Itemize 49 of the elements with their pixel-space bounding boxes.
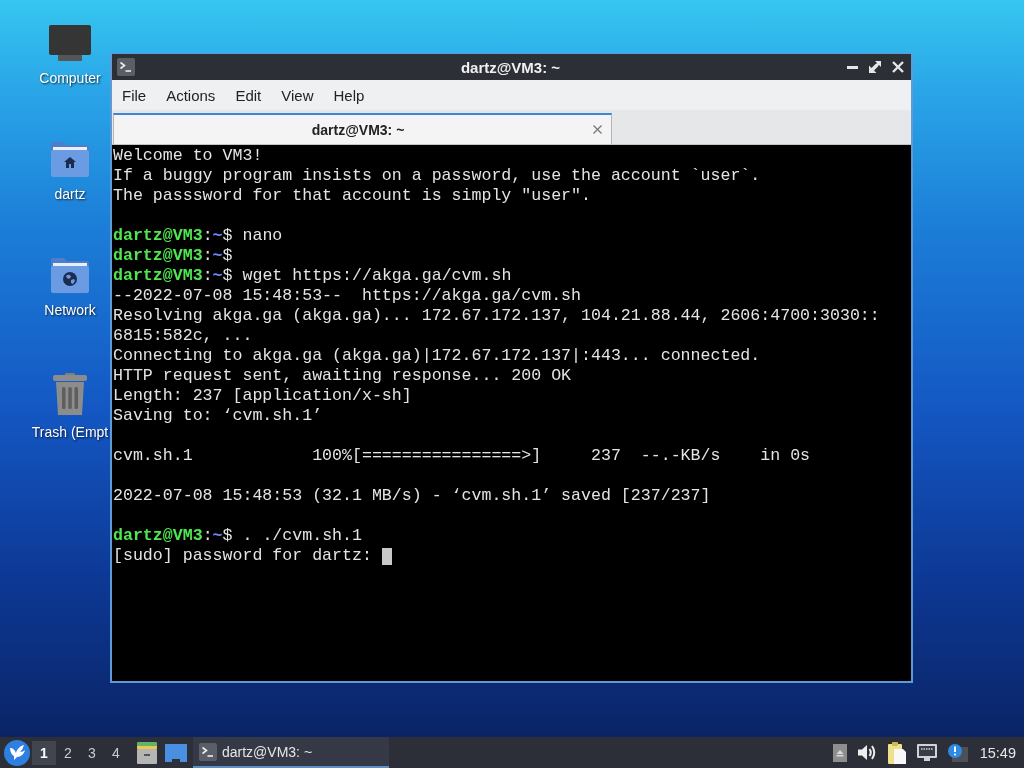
menu-item[interactable]: Actions [156, 82, 226, 108]
clock-text[interactable]: 15:49 [979, 744, 1016, 761]
speaker-icon[interactable] [857, 744, 877, 761]
terminal-line: HTTP request sent, awaiting response... 200 OK [113, 366, 572, 386]
terminal-line: Length: 237 [application/x-sh] [113, 386, 412, 406]
workspace-button[interactable]: 2 [56, 740, 80, 765]
network-port-icon[interactable] [916, 744, 937, 761]
terminal-line: 2022-07-08 15:48:53 (32.1 MB/s) - ‘cvm.sh.1’ saved [237/237] [113, 486, 711, 506]
window-title: dartz@VM3: ~ [460, 58, 561, 76]
file-cabinet-icon[interactable] [137, 741, 157, 764]
clipboard-icon[interactable] [887, 741, 906, 764]
desktop-icon-label[interactable]: Trash (Empt [31, 423, 109, 441]
prompt-line: dartz@VM3:~$ . ./cvm.sh.1 [113, 526, 362, 546]
terminal-line: Resolving akga.ga (akga.ga)... 172.67.172.137, 104.21.88.44, 2606:4700:3030:: [113, 306, 880, 326]
desktop-icon-label[interactable]: dartz [54, 185, 86, 203]
desktop-icon-label[interactable]: Network [44, 301, 96, 319]
terminal-line: Saving to: ‘cvm.sh.1’ [113, 406, 323, 426]
terminal-icon[interactable] [117, 58, 135, 76]
prompt-line: dartz@VM3:~$ [113, 246, 233, 266]
prompt-line: dartz@VM3:~$ wget https://akga.ga/cvm.sh [113, 266, 512, 286]
terminal-tab[interactable]: dartz@VM3: ~ [113, 113, 612, 144]
workspace-button[interactable]: 1 [32, 740, 56, 765]
menu-item[interactable]: File [112, 82, 157, 108]
terminal-line: cvm.sh.1 100%[================>] 237 --.-KB/s in 0s [113, 446, 811, 466]
workspace-button[interactable]: 4 [104, 740, 128, 765]
home-folder-icon[interactable] [49, 141, 91, 177]
terminal-line: Welcome to VM3! [113, 146, 263, 166]
terminal-screen[interactable] [112, 145, 911, 681]
bird-logo-icon[interactable] [4, 739, 30, 766]
workspace-button[interactable]: 3 [80, 740, 104, 765]
menu-item[interactable]: View [271, 82, 324, 108]
globe-folder-icon[interactable] [49, 257, 91, 293]
menu-item[interactable]: Help [323, 82, 375, 108]
terminal-line: [sudo] password for dartz: [113, 546, 372, 566]
terminal-line: --2022-07-08 15:48:53-- https://akga.ga/cvm.sh [113, 286, 582, 306]
minimize-icon[interactable] [847, 65, 858, 69]
prompt-line: dartz@VM3:~$ nano [113, 226, 283, 246]
notification-icon[interactable] [947, 743, 968, 762]
monitor-icon[interactable] [49, 25, 91, 61]
terminal-line: If a buggy program insists on a password, use the account `user`. [113, 166, 761, 186]
eject-icon[interactable] [832, 743, 847, 762]
terminal-line: 6815:582c, ... [113, 326, 253, 346]
menu-item[interactable]: Edit [225, 82, 272, 108]
task-button[interactable]: dartz@VM3: ~ [193, 737, 389, 768]
terminal-icon [199, 742, 217, 761]
terminal-line: Connecting to akga.ga (akga.ga)|172.67.172.137|:443... connected. [113, 346, 761, 366]
terminal-line: The passsword for that account is simply "user". [113, 186, 591, 206]
maximize-icon[interactable] [869, 61, 881, 73]
screen-icon[interactable] [165, 743, 187, 762]
